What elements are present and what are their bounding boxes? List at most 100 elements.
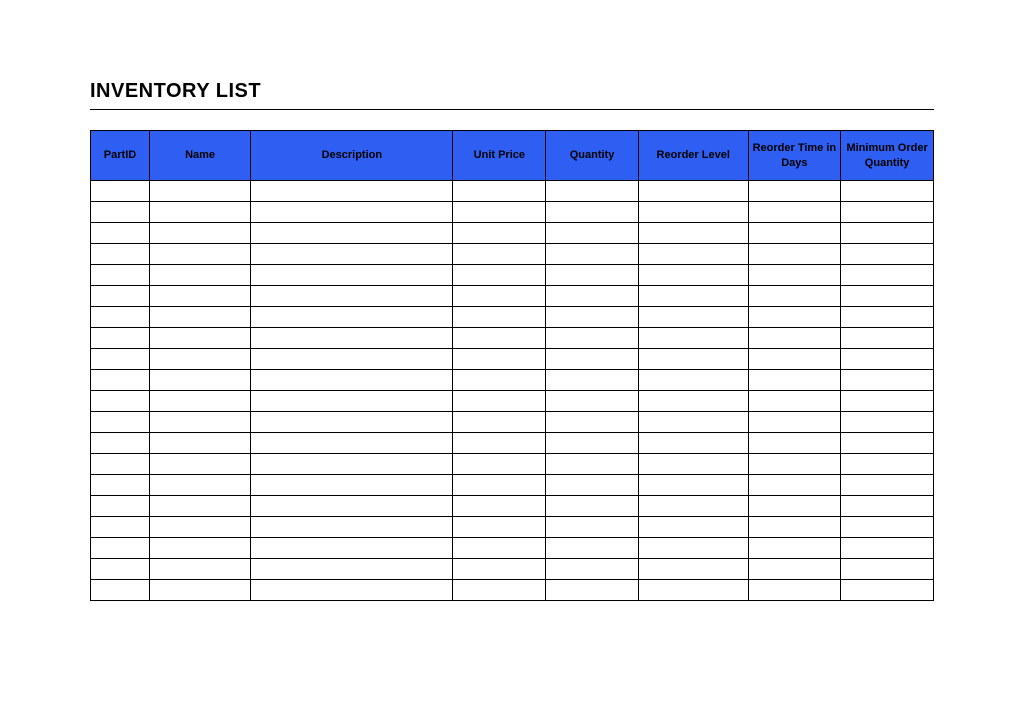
table-cell[interactable] — [546, 412, 639, 433]
table-cell[interactable] — [150, 307, 251, 328]
table-cell[interactable] — [546, 370, 639, 391]
table-cell[interactable] — [748, 433, 841, 454]
table-cell[interactable] — [251, 475, 453, 496]
table-cell[interactable] — [546, 202, 639, 223]
table-cell[interactable] — [748, 496, 841, 517]
table-cell[interactable] — [453, 370, 546, 391]
table-cell[interactable] — [150, 538, 251, 559]
table-cell[interactable] — [453, 202, 546, 223]
table-cell[interactable] — [251, 223, 453, 244]
table-cell[interactable] — [453, 244, 546, 265]
table-cell[interactable] — [546, 433, 639, 454]
table-cell[interactable] — [748, 349, 841, 370]
table-cell[interactable] — [251, 559, 453, 580]
table-cell[interactable] — [841, 433, 934, 454]
table-cell[interactable] — [841, 517, 934, 538]
table-cell[interactable] — [150, 202, 251, 223]
table-cell[interactable] — [546, 286, 639, 307]
table-cell[interactable] — [453, 328, 546, 349]
table-cell[interactable] — [453, 433, 546, 454]
table-cell[interactable] — [841, 412, 934, 433]
table-cell[interactable] — [546, 475, 639, 496]
table-cell[interactable] — [453, 181, 546, 202]
table-cell[interactable] — [841, 202, 934, 223]
table-cell[interactable] — [546, 454, 639, 475]
table-cell[interactable] — [841, 307, 934, 328]
table-cell[interactable] — [91, 244, 150, 265]
table-cell[interactable] — [638, 307, 748, 328]
table-cell[interactable] — [841, 244, 934, 265]
table-cell[interactable] — [748, 475, 841, 496]
table-cell[interactable] — [546, 538, 639, 559]
table-cell[interactable] — [150, 433, 251, 454]
table-cell[interactable] — [841, 286, 934, 307]
table-cell[interactable] — [841, 328, 934, 349]
table-cell[interactable] — [453, 223, 546, 244]
table-cell[interactable] — [841, 538, 934, 559]
table-cell[interactable] — [546, 307, 639, 328]
table-cell[interactable] — [453, 349, 546, 370]
table-cell[interactable] — [91, 370, 150, 391]
table-cell[interactable] — [251, 538, 453, 559]
table-cell[interactable] — [150, 370, 251, 391]
table-cell[interactable] — [453, 454, 546, 475]
table-cell[interactable] — [546, 391, 639, 412]
table-cell[interactable] — [150, 580, 251, 601]
table-cell[interactable] — [251, 349, 453, 370]
table-cell[interactable] — [748, 202, 841, 223]
table-cell[interactable] — [91, 538, 150, 559]
table-cell[interactable] — [251, 370, 453, 391]
table-cell[interactable] — [150, 496, 251, 517]
table-cell[interactable] — [251, 412, 453, 433]
table-cell[interactable] — [91, 307, 150, 328]
table-cell[interactable] — [748, 559, 841, 580]
table-cell[interactable] — [251, 202, 453, 223]
table-cell[interactable] — [748, 181, 841, 202]
table-cell[interactable] — [841, 265, 934, 286]
table-cell[interactable] — [453, 412, 546, 433]
table-cell[interactable] — [638, 580, 748, 601]
table-cell[interactable] — [251, 391, 453, 412]
table-cell[interactable] — [638, 538, 748, 559]
table-cell[interactable] — [841, 559, 934, 580]
table-cell[interactable] — [748, 454, 841, 475]
table-cell[interactable] — [91, 559, 150, 580]
table-cell[interactable] — [150, 328, 251, 349]
table-cell[interactable] — [150, 475, 251, 496]
table-cell[interactable] — [251, 496, 453, 517]
table-cell[interactable] — [453, 559, 546, 580]
table-cell[interactable] — [638, 496, 748, 517]
table-cell[interactable] — [150, 559, 251, 580]
table-cell[interactable] — [453, 538, 546, 559]
table-cell[interactable] — [638, 223, 748, 244]
table-cell[interactable] — [91, 181, 150, 202]
table-cell[interactable] — [638, 559, 748, 580]
table-cell[interactable] — [91, 475, 150, 496]
table-cell[interactable] — [91, 286, 150, 307]
table-cell[interactable] — [91, 580, 150, 601]
table-cell[interactable] — [546, 328, 639, 349]
table-cell[interactable] — [748, 265, 841, 286]
table-cell[interactable] — [546, 244, 639, 265]
table-cell[interactable] — [546, 517, 639, 538]
table-cell[interactable] — [638, 517, 748, 538]
table-cell[interactable] — [748, 580, 841, 601]
table-cell[interactable] — [251, 307, 453, 328]
table-cell[interactable] — [638, 202, 748, 223]
table-cell[interactable] — [748, 412, 841, 433]
table-cell[interactable] — [150, 223, 251, 244]
table-cell[interactable] — [748, 307, 841, 328]
table-cell[interactable] — [91, 328, 150, 349]
table-cell[interactable] — [453, 580, 546, 601]
table-cell[interactable] — [638, 265, 748, 286]
table-cell[interactable] — [638, 328, 748, 349]
table-cell[interactable] — [841, 496, 934, 517]
table-cell[interactable] — [841, 223, 934, 244]
table-cell[interactable] — [150, 286, 251, 307]
table-cell[interactable] — [91, 412, 150, 433]
table-cell[interactable] — [91, 223, 150, 244]
table-cell[interactable] — [841, 181, 934, 202]
table-cell[interactable] — [453, 496, 546, 517]
table-cell[interactable] — [841, 454, 934, 475]
table-cell[interactable] — [150, 454, 251, 475]
